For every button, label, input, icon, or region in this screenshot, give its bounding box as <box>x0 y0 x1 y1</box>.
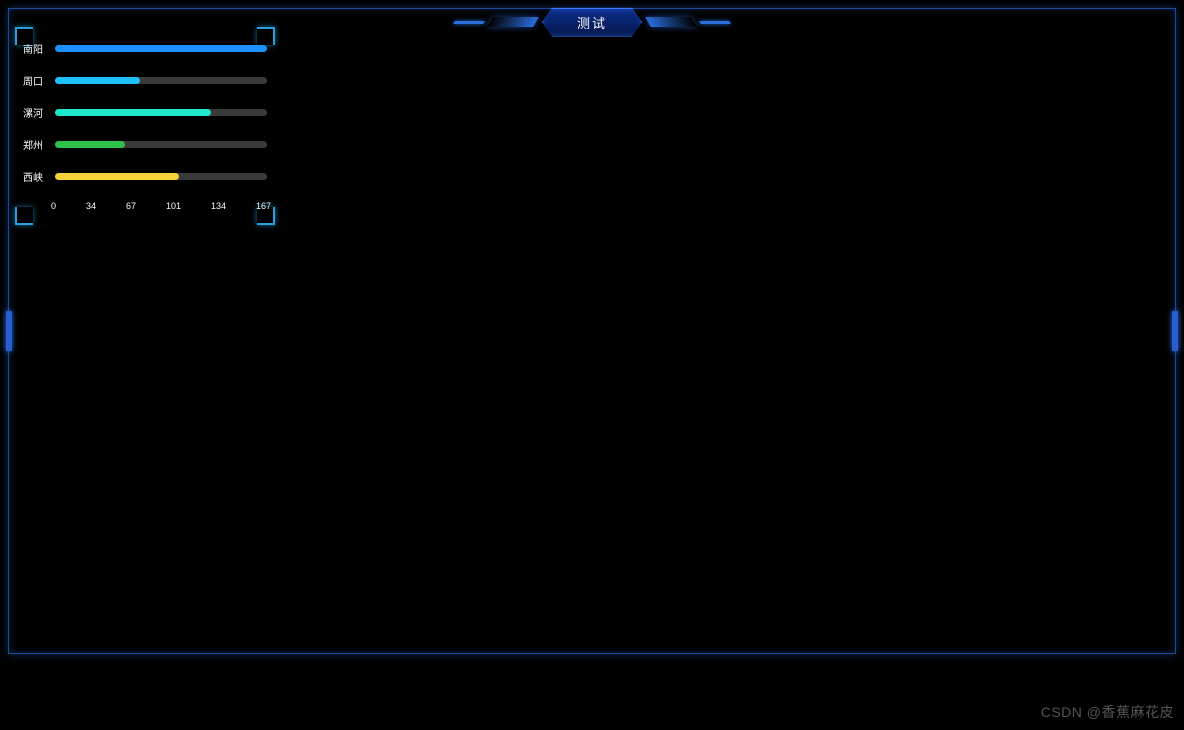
chart-bar-row: 郑州 <box>23 133 267 155</box>
bar-chart-panel: 南阳周口漯河郑州西峡 03467101134167 <box>15 27 275 225</box>
axis-tick-label: 134 <box>211 201 226 211</box>
panel-corner-icon <box>257 27 275 45</box>
chart-bar-row: 南阳 <box>23 37 267 59</box>
title-decor-wing-left <box>487 17 539 27</box>
chart-x-axis: 03467101134167 <box>19 197 271 211</box>
bar-category-label: 周口 <box>23 73 49 88</box>
title-decor-dash-left <box>453 21 485 24</box>
bar-fill <box>55 45 267 52</box>
panel-corner-icon <box>15 207 33 225</box>
panel-corner-icon <box>15 27 33 45</box>
page-title: 测试 <box>542 8 642 37</box>
bar-category-label: 漯河 <box>23 105 49 120</box>
chart-bar-row: 西峡 <box>23 165 267 187</box>
bar-track <box>55 45 267 52</box>
bar-track <box>55 77 267 84</box>
chart-bar-row: 漯河 <box>23 101 267 123</box>
bar-track <box>55 141 267 148</box>
axis-tick-label: 67 <box>126 201 136 211</box>
bar-category-label: 西峡 <box>23 169 49 184</box>
title-decor-wing-right <box>645 17 697 27</box>
dashboard-frame: 测试 南阳周口漯河郑州西峡 03467101134167 <box>8 8 1176 654</box>
bar-fill <box>55 173 179 180</box>
bar-category-label: 郑州 <box>23 137 49 152</box>
chart-bars-container: 南阳周口漯河郑州西峡 <box>19 37 271 187</box>
bar-track <box>55 173 267 180</box>
chart-bar-row: 周口 <box>23 69 267 91</box>
panel-corner-icon <box>257 207 275 225</box>
watermark-text: CSDN @香蕉麻花皮 <box>1041 702 1174 722</box>
axis-tick-label: 34 <box>86 201 96 211</box>
axis-tick-label: 101 <box>166 201 181 211</box>
bar-fill <box>55 141 125 148</box>
bar-fill <box>55 77 140 84</box>
axis-tick-label: 0 <box>51 201 56 211</box>
title-decor-dash-right <box>699 21 731 24</box>
bar-fill <box>55 109 211 116</box>
title-bar: 测试 <box>454 8 730 36</box>
bar-track <box>55 109 267 116</box>
